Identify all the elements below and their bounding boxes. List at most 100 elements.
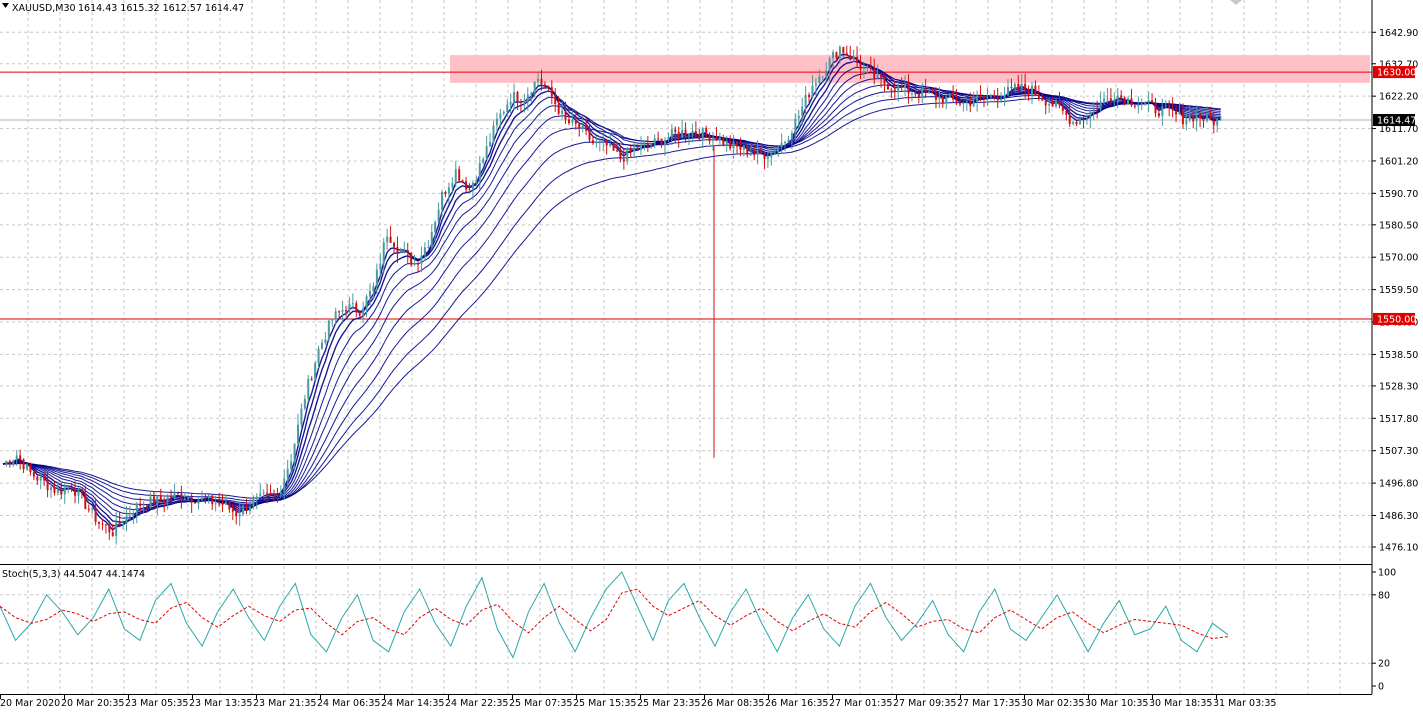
price-tick-label: 1476.10 [1379,542,1418,553]
candle-body [482,159,485,164]
candle-body [1113,99,1116,102]
candle-body [499,113,502,119]
candle-body [77,489,80,496]
price-tick-label: 1486.30 [1379,511,1418,522]
candle-body [722,137,725,145]
candle-body [5,460,8,465]
candle-body [770,152,773,158]
candle-body [585,125,588,131]
price-axis[interactable]: 1642.901632.701622.201611.701601.201590.… [1372,28,1418,554]
candle-body [242,505,245,515]
time-tick-label: 25 Mar 07:35 [509,698,572,709]
price-tick-label: 1496.80 [1379,479,1418,490]
candle-body [746,145,749,155]
time-tick-label: 25 Mar 15:35 [573,698,636,709]
candle-body [1202,118,1205,121]
candle-body [506,104,509,112]
candle-body [907,84,910,94]
candle-body [982,96,985,98]
candle-body [924,88,927,93]
candle-body [962,102,965,105]
time-tick-label: 30 Mar 10:35 [1085,698,1148,709]
time-axis[interactable]: 20 Mar 2020 20 Mar 20:35 23 Mar 05:35 23 Ma… [0,694,1276,709]
candle-body [334,311,337,320]
candle-body [1037,94,1040,99]
candle-body [1171,107,1174,111]
candle-body [60,489,63,495]
candle-body [598,141,601,143]
candle-body [1068,114,1071,124]
candle-body [965,101,968,103]
candle-body [952,94,955,100]
candle-body [533,81,536,94]
candle-body [941,96,944,103]
resistance-zone-rect[interactable] [450,55,1370,83]
candle-body [32,472,35,477]
candle-body [883,77,886,84]
candle-body [1010,86,1013,88]
price-tick-label: 1580.50 [1379,220,1418,231]
candle-body [382,242,385,264]
candle-body [890,89,893,91]
candle-body [176,493,179,495]
candle-body [200,497,203,500]
candle-body [591,140,594,144]
price-tick-label: 1601.20 [1379,156,1418,167]
candle-body [1072,121,1075,124]
candle-body [519,101,522,103]
candle-body [1164,105,1167,107]
stoch-pane[interactable] [0,566,1372,694]
candle-body [862,67,865,70]
candle-body [471,182,474,190]
candle-body [657,138,660,140]
candle-body [451,183,454,188]
candle-body [612,143,615,151]
candle-body [684,130,687,136]
candle-body [362,308,365,316]
candle-body [904,84,907,88]
candle-body [468,189,471,191]
candle-body [393,242,396,247]
time-tick-label: 26 Mar 08:35 [701,698,764,709]
candle-body [1109,98,1112,102]
candle-body [159,495,162,500]
candle-body [643,143,646,145]
candle-body [19,455,22,460]
candle-body [108,525,111,533]
resistance-zone[interactable] [450,55,1370,83]
price-tick-label: 1517.80 [1379,414,1418,425]
candle-body [166,496,169,502]
price-tick-label: 1559.50 [1379,285,1418,296]
candle-body [262,492,265,494]
candle-body [537,79,540,82]
candle-body [1175,110,1178,115]
time-tick-label: 25 Mar 23:35 [637,698,700,709]
candle-body [866,67,869,69]
candle-body [1178,111,1181,115]
candle-body [115,522,118,536]
candle-body [732,141,735,149]
candle-body [423,247,426,256]
candle-body [561,110,564,114]
candle-body [852,56,855,60]
candle-body [838,46,841,58]
candle-body [495,118,498,126]
candle-body [80,489,83,494]
chart-canvas[interactable]: 1642.901632.701622.201611.701601.201590.… [0,0,1423,714]
candle-body [1185,119,1188,125]
candle-body [650,145,653,147]
candle-body [1137,104,1140,107]
candle-body [615,150,618,152]
candle-body [1061,105,1064,111]
candle-body [1151,100,1154,103]
candle-body [790,133,793,140]
candle-body [293,443,296,462]
candle-body [574,119,577,124]
candle-body [1006,86,1009,96]
candle-body [307,378,310,399]
candle-body [619,151,622,160]
candle-body [214,503,217,505]
candle-body [808,94,811,98]
candle-body [478,163,481,180]
price-pane[interactable] [0,0,1372,563]
